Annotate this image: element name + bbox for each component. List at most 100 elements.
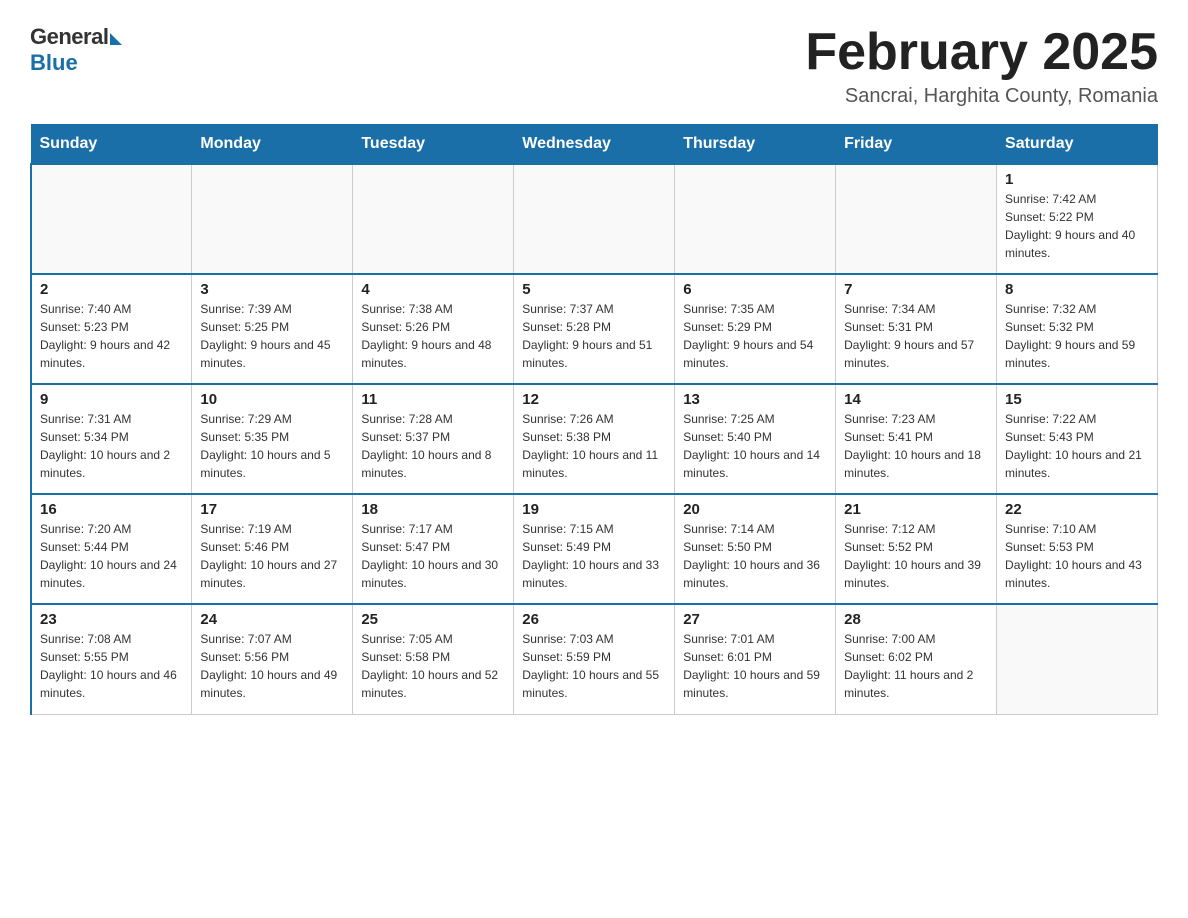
weekday-header-saturday: Saturday [997,125,1158,165]
day-info: Sunrise: 7:38 AMSunset: 5:26 PMDaylight:… [361,300,505,372]
calendar-cell: 24Sunrise: 7:07 AMSunset: 5:56 PMDayligh… [192,604,353,714]
weekday-header-friday: Friday [836,125,997,165]
calendar-cell: 7 Sunrise: 7:34 AMSunset: 5:31 PMDaylight… [836,274,997,384]
weekday-header-monday: Monday [192,125,353,165]
day-info: Sunrise: 7:17 AMSunset: 5:47 PMDaylight:… [361,520,505,592]
calendar-table: SundayMondayTuesdayWednesdayThursdayFrid… [30,124,1158,715]
day-info: Sunrise: 7:08 AMSunset: 5:55 PMDaylight:… [40,630,183,702]
day-number: 8 [1005,281,1149,298]
calendar-cell: 23Sunrise: 7:08 AMSunset: 5:55 PMDayligh… [31,604,192,714]
calendar-cell: 5 Sunrise: 7:37 AMSunset: 5:28 PMDaylight… [514,274,675,384]
logo-arrow-icon [110,33,122,45]
calendar-cell: 28 Sunrise: 7:00 AMSunset: 6:02 PMDayligh… [836,604,997,714]
day-info: Sunrise: 7:34 AMSunset: 5:31 PMDaylight:… [844,300,988,372]
calendar-cell: 14Sunrise: 7:23 AMSunset: 5:41 PMDayligh… [836,384,997,494]
day-number: 17 [200,501,344,518]
calendar-cell: 3Sunrise: 7:39 AMSunset: 5:25 PMDaylight… [192,274,353,384]
calendar-cell: 17 Sunrise: 7:19 AMSunset: 5:46 PMDayligh… [192,494,353,604]
calendar-cell: 27 Sunrise: 7:01 AMSunset: 6:01 PMDayligh… [675,604,836,714]
day-number: 16 [40,501,183,518]
day-info: Sunrise: 7:25 AMSunset: 5:40 PMDaylight:… [683,410,827,482]
calendar-week-3: 9 Sunrise: 7:31 AMSunset: 5:34 PMDaylight… [31,384,1158,494]
day-number: 6 [683,281,827,298]
day-info: Sunrise: 7:20 AMSunset: 5:44 PMDaylight:… [40,520,183,592]
calendar-week-2: 2 Sunrise: 7:40 AMSunset: 5:23 PMDaylight… [31,274,1158,384]
day-number: 11 [361,391,505,408]
day-info: Sunrise: 7:10 AMSunset: 5:53 PMDaylight:… [1005,520,1149,592]
calendar-week-5: 23Sunrise: 7:08 AMSunset: 5:55 PMDayligh… [31,604,1158,714]
day-number: 1 [1005,171,1149,188]
calendar-cell: 6 Sunrise: 7:35 AMSunset: 5:29 PMDaylight… [675,274,836,384]
day-info: Sunrise: 7:37 AMSunset: 5:28 PMDaylight:… [522,300,666,372]
day-number: 21 [844,501,988,518]
calendar-cell [514,164,675,274]
day-number: 22 [1005,501,1149,518]
calendar-cell [31,164,192,274]
day-number: 4 [361,281,505,298]
day-info: Sunrise: 7:32 AMSunset: 5:32 PMDaylight:… [1005,300,1149,372]
day-number: 7 [844,281,988,298]
day-number: 5 [522,281,666,298]
calendar-cell: 12 Sunrise: 7:26 AMSunset: 5:38 PMDayligh… [514,384,675,494]
calendar-subtitle: Sancrai, Harghita County, Romania [805,85,1158,108]
day-info: Sunrise: 7:35 AMSunset: 5:29 PMDaylight:… [683,300,827,372]
calendar-cell: 20Sunrise: 7:14 AMSunset: 5:50 PMDayligh… [675,494,836,604]
day-number: 9 [40,391,183,408]
calendar-cell: 1 Sunrise: 7:42 AMSunset: 5:22 PMDaylight… [997,164,1158,274]
calendar-week-4: 16 Sunrise: 7:20 AMSunset: 5:44 PMDayligh… [31,494,1158,604]
calendar-cell: 25 Sunrise: 7:05 AMSunset: 5:58 PMDayligh… [353,604,514,714]
calendar-cell: 22 Sunrise: 7:10 AMSunset: 5:53 PMDayligh… [997,494,1158,604]
calendar-cell: 13 Sunrise: 7:25 AMSunset: 5:40 PMDayligh… [675,384,836,494]
day-number: 15 [1005,391,1149,408]
title-section: February 2025 Sancrai, Harghita County, … [805,24,1158,108]
day-info: Sunrise: 7:15 AMSunset: 5:49 PMDaylight:… [522,520,666,592]
calendar-cell: 19Sunrise: 7:15 AMSunset: 5:49 PMDayligh… [514,494,675,604]
calendar-cell: 16 Sunrise: 7:20 AMSunset: 5:44 PMDayligh… [31,494,192,604]
day-info: Sunrise: 7:07 AMSunset: 5:56 PMDaylight:… [200,630,344,702]
calendar-cell: 8 Sunrise: 7:32 AMSunset: 5:32 PMDaylight… [997,274,1158,384]
weekday-header-sunday: Sunday [31,125,192,165]
day-number: 14 [844,391,988,408]
day-info: Sunrise: 7:39 AMSunset: 5:25 PMDaylight:… [200,300,344,372]
day-info: Sunrise: 7:29 AMSunset: 5:35 PMDaylight:… [200,410,344,482]
weekday-header-tuesday: Tuesday [353,125,514,165]
calendar-body: 1 Sunrise: 7:42 AMSunset: 5:22 PMDaylight… [31,164,1158,714]
calendar-header: SundayMondayTuesdayWednesdayThursdayFrid… [31,125,1158,165]
day-info: Sunrise: 7:01 AMSunset: 6:01 PMDaylight:… [683,630,827,702]
calendar-cell: 10 Sunrise: 7:29 AMSunset: 5:35 PMDayligh… [192,384,353,494]
calendar-cell [192,164,353,274]
day-number: 13 [683,391,827,408]
logo: General Blue [30,24,122,76]
day-info: Sunrise: 7:31 AMSunset: 5:34 PMDaylight:… [40,410,183,482]
calendar-title: February 2025 [805,24,1158,81]
day-info: Sunrise: 7:42 AMSunset: 5:22 PMDaylight:… [1005,190,1149,262]
day-number: 12 [522,391,666,408]
calendar-cell [353,164,514,274]
calendar-cell [675,164,836,274]
calendar-cell [836,164,997,274]
day-info: Sunrise: 7:40 AMSunset: 5:23 PMDaylight:… [40,300,183,372]
day-number: 10 [200,391,344,408]
weekday-header-wednesday: Wednesday [514,125,675,165]
weekday-header-row: SundayMondayTuesdayWednesdayThursdayFrid… [31,125,1158,165]
day-info: Sunrise: 7:26 AMSunset: 5:38 PMDaylight:… [522,410,666,482]
day-info: Sunrise: 7:12 AMSunset: 5:52 PMDaylight:… [844,520,988,592]
calendar-cell: 11Sunrise: 7:28 AMSunset: 5:37 PMDayligh… [353,384,514,494]
day-number: 18 [361,501,505,518]
day-number: 20 [683,501,827,518]
day-number: 28 [844,611,988,628]
logo-general-text: General [30,24,108,50]
day-info: Sunrise: 7:22 AMSunset: 5:43 PMDaylight:… [1005,410,1149,482]
day-number: 2 [40,281,183,298]
calendar-cell: 4 Sunrise: 7:38 AMSunset: 5:26 PMDaylight… [353,274,514,384]
logo-blue-text: Blue [30,50,78,76]
day-info: Sunrise: 7:19 AMSunset: 5:46 PMDaylight:… [200,520,344,592]
day-number: 27 [683,611,827,628]
day-info: Sunrise: 7:03 AMSunset: 5:59 PMDaylight:… [522,630,666,702]
calendar-cell: 2 Sunrise: 7:40 AMSunset: 5:23 PMDaylight… [31,274,192,384]
calendar-cell: 18 Sunrise: 7:17 AMSunset: 5:47 PMDayligh… [353,494,514,604]
day-info: Sunrise: 7:00 AMSunset: 6:02 PMDaylight:… [844,630,988,702]
day-info: Sunrise: 7:05 AMSunset: 5:58 PMDaylight:… [361,630,505,702]
day-number: 25 [361,611,505,628]
calendar-cell: 9 Sunrise: 7:31 AMSunset: 5:34 PMDaylight… [31,384,192,494]
